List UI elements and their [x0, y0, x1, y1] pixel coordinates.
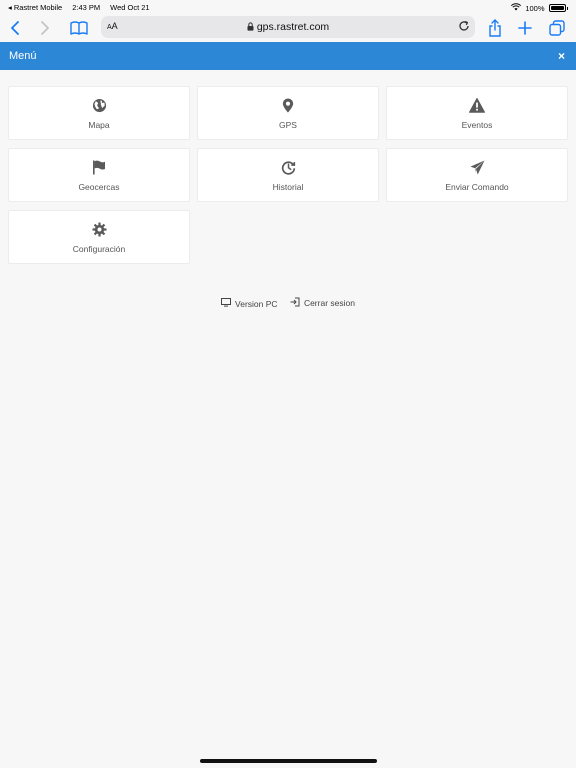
close-icon[interactable]: × — [558, 49, 565, 63]
tile-gps[interactable]: GPS — [197, 86, 379, 140]
tile-configuracion[interactable]: Configuración — [8, 210, 190, 264]
logout-link[interactable]: Cerrar sesion — [290, 297, 355, 309]
globe-icon — [9, 98, 189, 114]
tile-geocercas[interactable]: Geocercas — [8, 148, 190, 202]
share-icon[interactable] — [484, 17, 506, 39]
tile-label: Configuración — [72, 244, 126, 254]
carrier-label: ◂ Rastret Mobile — [8, 3, 63, 12]
forward-icon[interactable] — [34, 17, 56, 39]
reload-icon[interactable] — [457, 19, 471, 38]
tile-eventos[interactable]: Eventos — [386, 86, 568, 140]
back-icon[interactable] — [4, 17, 26, 39]
tile-label: Eventos — [461, 120, 493, 130]
bookmarks-icon[interactable] — [68, 17, 90, 39]
tile-historial[interactable]: Historial — [197, 148, 379, 202]
url-field[interactable]: gps.rastret.com — [101, 21, 475, 34]
sign-out-icon — [290, 297, 300, 309]
flag-icon — [9, 160, 189, 176]
tile-enviar-comando[interactable]: Enviar Comando — [386, 148, 568, 202]
history-icon — [198, 160, 378, 176]
url-text: gps.rastret.com — [256, 21, 330, 33]
map-marker-icon — [198, 98, 378, 114]
lock-icon — [247, 22, 254, 34]
tile-label: Historial — [272, 182, 304, 192]
battery-percent: 100% — [525, 3, 545, 13]
new-tab-icon[interactable] — [514, 17, 536, 39]
menu-title: Menú — [9, 50, 37, 62]
desktop-icon — [221, 298, 232, 309]
warning-icon — [387, 98, 567, 114]
menu-header: Menú × — [0, 42, 576, 70]
browser-toolbar: AA gps.rastret.com — [0, 14, 576, 42]
tile-mapa[interactable]: Mapa — [8, 86, 190, 140]
address-bar[interactable]: AA gps.rastret.com — [101, 16, 475, 38]
wifi-icon — [511, 3, 522, 13]
tile-label: Enviar Comando — [445, 182, 509, 192]
version-pc-label: Version PC — [235, 298, 278, 309]
paper-plane-icon — [387, 160, 567, 176]
footer-links: Version PC Cerrar sesion — [0, 297, 576, 309]
version-pc-link[interactable]: Version PC — [221, 298, 278, 309]
date-label: Wed Oct 21 — [110, 3, 150, 12]
tile-label: Geocercas — [78, 182, 120, 192]
home-indicator — [200, 759, 377, 763]
gear-icon — [9, 222, 189, 238]
tile-label: GPS — [279, 120, 297, 130]
status-bar: ◂ Rastret Mobile 2:43 PM Wed Oct 21 100% — [0, 0, 576, 14]
logout-label: Cerrar sesion — [303, 298, 355, 308]
tile-label: Mapa — [88, 120, 110, 130]
tabs-icon[interactable] — [546, 17, 568, 39]
battery-icon — [548, 4, 566, 12]
time-label: 2:43 PM — [72, 3, 101, 12]
